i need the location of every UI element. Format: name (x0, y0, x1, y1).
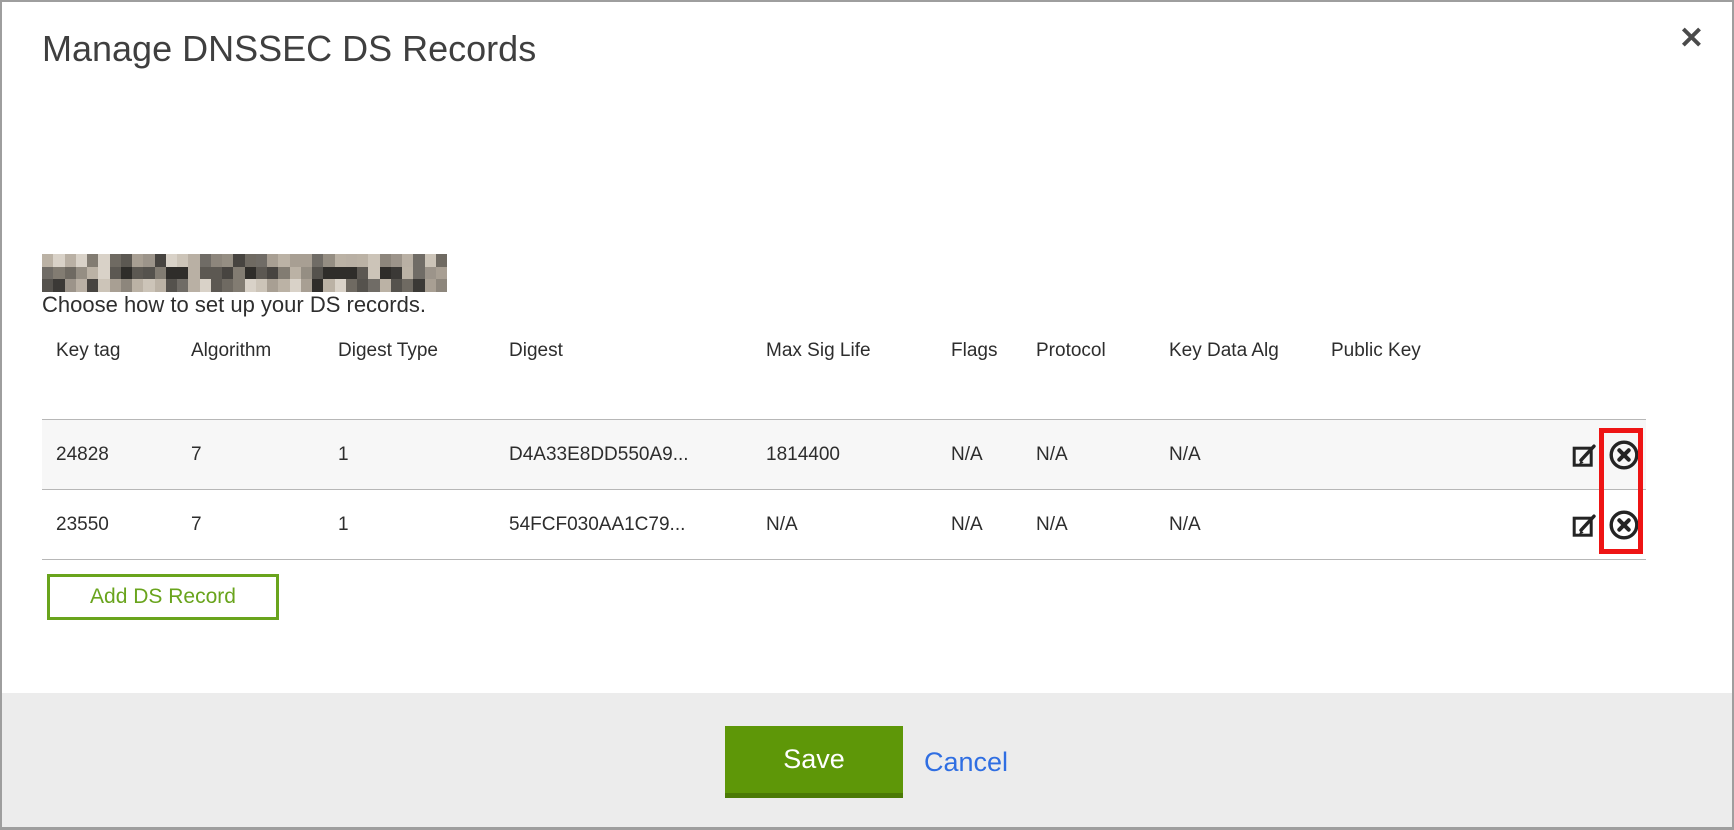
table-row: 24828 7 1 D4A33E8DD550A9... 1814400 N/A … (42, 420, 1646, 490)
edit-icon (1572, 442, 1598, 468)
cancel-link[interactable]: Cancel (924, 747, 1008, 778)
column-header-max-sig-life: Max Sig Life (752, 332, 937, 420)
column-header-digest: Digest (495, 332, 752, 420)
cell-flags: N/A (937, 490, 1022, 560)
column-header-actions (1552, 332, 1646, 420)
delete-record-button[interactable] (1608, 439, 1640, 471)
edit-icon (1572, 512, 1598, 538)
cell-digest: D4A33E8DD550A9... (495, 420, 752, 490)
add-ds-record-button[interactable]: Add DS Record (47, 574, 279, 620)
ds-records-table: Key tag Algorithm Digest Type Digest Max… (42, 332, 1646, 560)
cell-algorithm: 7 (177, 420, 324, 490)
manage-dnssec-modal: Manage DNSSEC DS Records ✕ Choose how to… (0, 0, 1734, 830)
instruction-text: Choose how to set up your DS records. (42, 292, 426, 318)
cell-key-data-alg: N/A (1155, 490, 1317, 560)
cell-max-sig-life: 1814400 (752, 420, 937, 490)
table-header-row: Key tag Algorithm Digest Type Digest Max… (42, 332, 1646, 420)
cell-key-tag: 23550 (42, 490, 177, 560)
domain-name-redacted (42, 254, 447, 292)
edit-record-button[interactable] (1572, 512, 1598, 538)
cell-protocol: N/A (1022, 420, 1155, 490)
column-header-digest-type: Digest Type (324, 332, 495, 420)
cell-digest: 54FCF030AA1C79... (495, 490, 752, 560)
cell-flags: N/A (937, 420, 1022, 490)
delete-record-button[interactable] (1608, 509, 1640, 541)
column-header-flags: Flags (937, 332, 1022, 420)
cell-protocol: N/A (1022, 490, 1155, 560)
modal-footer: Save Cancel (2, 693, 1732, 827)
x-circle-icon (1608, 439, 1640, 471)
x-circle-icon (1608, 509, 1640, 541)
save-button[interactable]: Save (725, 726, 903, 798)
column-header-public-key: Public Key (1317, 332, 1552, 420)
close-icon[interactable]: ✕ (1679, 24, 1704, 54)
table-row: 23550 7 1 54FCF030AA1C79... N/A N/A N/A … (42, 490, 1646, 560)
cell-max-sig-life: N/A (752, 490, 937, 560)
cell-key-tag: 24828 (42, 420, 177, 490)
cell-public-key (1317, 490, 1552, 560)
cell-actions (1552, 490, 1646, 560)
column-header-algorithm: Algorithm (177, 332, 324, 420)
cell-algorithm: 7 (177, 490, 324, 560)
cell-key-data-alg: N/A (1155, 420, 1317, 490)
cell-digest-type: 1 (324, 420, 495, 490)
cell-digest-type: 1 (324, 490, 495, 560)
column-header-protocol: Protocol (1022, 332, 1155, 420)
page-title: Manage DNSSEC DS Records (42, 28, 536, 70)
cell-actions (1552, 420, 1646, 490)
edit-record-button[interactable] (1572, 442, 1598, 468)
column-header-key-tag: Key tag (42, 332, 177, 420)
cell-public-key (1317, 420, 1552, 490)
column-header-key-data-alg: Key Data Alg (1155, 332, 1317, 420)
